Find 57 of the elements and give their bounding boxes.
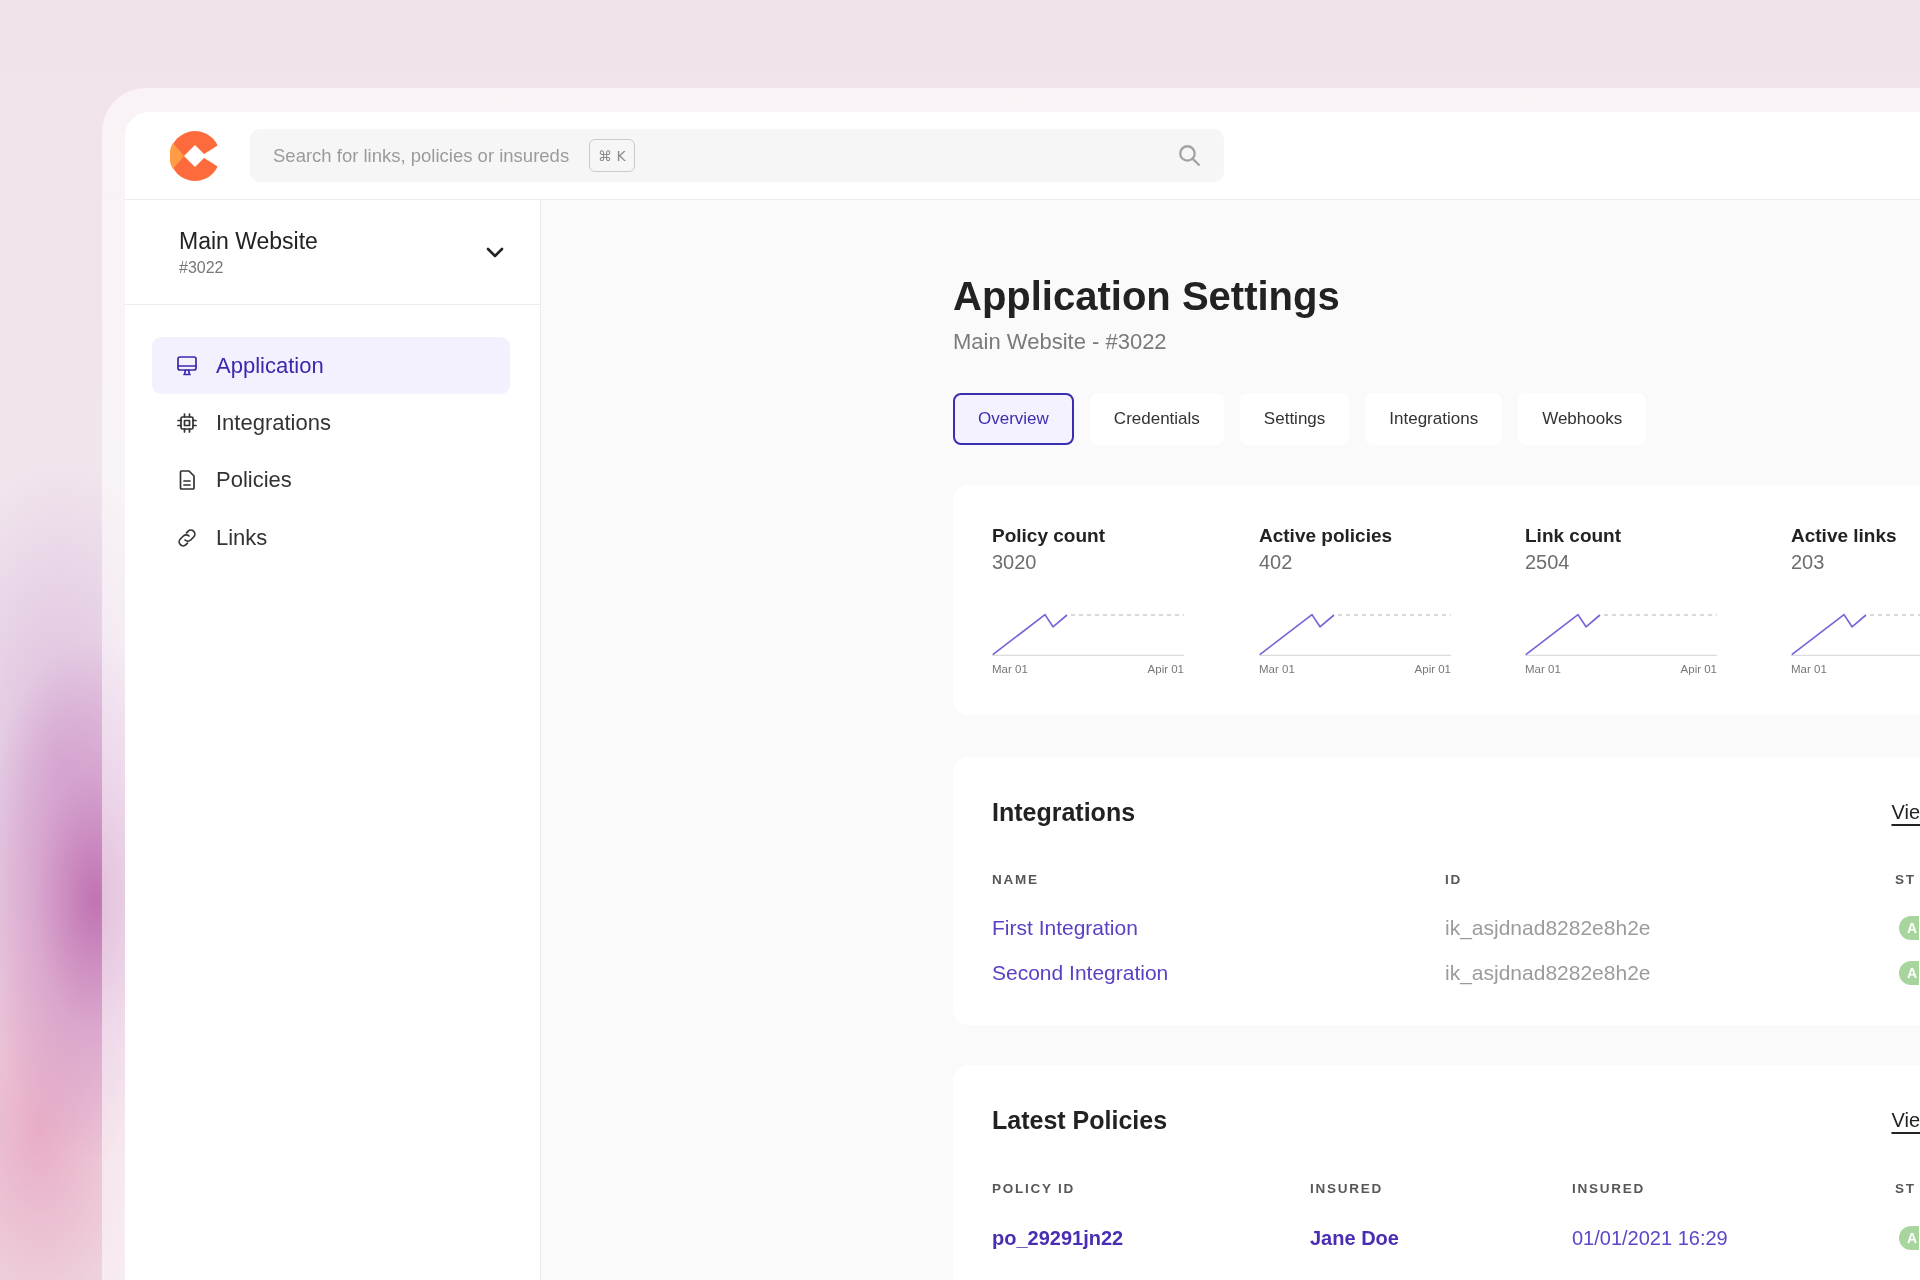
insured-link[interactable]: Jane Doe bbox=[1310, 1226, 1399, 1249]
monitor-icon bbox=[177, 355, 197, 376]
card-title: Latest Policies bbox=[992, 1105, 1168, 1136]
sidebar-item[interactable]: Policies bbox=[152, 451, 510, 509]
stat-label: Active policies bbox=[1259, 524, 1394, 548]
column-header: ST bbox=[1895, 871, 1917, 889]
axis-label: Mar 01 bbox=[1791, 662, 1827, 676]
axis-label: Mar 01 bbox=[992, 662, 1028, 676]
stat-label: Link count bbox=[1525, 524, 1623, 548]
workspace-id: #3022 bbox=[179, 257, 225, 278]
axis-label: Apir 01 bbox=[1147, 662, 1184, 676]
integration-link[interactable]: First Integration bbox=[992, 915, 1138, 939]
integration-link[interactable]: Second Integration bbox=[992, 960, 1169, 984]
date-cell: 01/01/2021 16:29 bbox=[1572, 1226, 1728, 1249]
logo-icon[interactable] bbox=[170, 130, 220, 181]
column-header: ST bbox=[1895, 1180, 1917, 1198]
view-link[interactable]: Vie bbox=[1891, 1108, 1920, 1132]
axis-label: Mar 01 bbox=[1525, 662, 1561, 676]
axis-label: Mar 01 bbox=[1259, 662, 1295, 676]
sidebar-item[interactable]: Links bbox=[152, 508, 510, 567]
stat-value: 2504 bbox=[1525, 550, 1571, 574]
column-header: ID bbox=[1445, 871, 1463, 889]
sidebar-item[interactable]: Application bbox=[152, 337, 510, 395]
link-icon bbox=[177, 527, 197, 548]
card-title: Integrations bbox=[992, 797, 1136, 828]
tab[interactable]: Overview bbox=[953, 393, 1074, 445]
tab[interactable]: Webhooks bbox=[1518, 393, 1647, 445]
column-header: NAME bbox=[992, 871, 1040, 889]
shortcut-key: ⌘ K bbox=[589, 139, 635, 172]
workspace-name: Main Website bbox=[179, 226, 318, 255]
status-badge: A bbox=[1899, 915, 1920, 940]
document-icon bbox=[177, 470, 197, 491]
chevron-down-icon[interactable] bbox=[486, 246, 504, 258]
sidebar-item[interactable]: Integrations bbox=[152, 394, 510, 452]
status-badge: A bbox=[1899, 1225, 1920, 1250]
stat-label: Policy count bbox=[992, 524, 1106, 548]
status-badge: A bbox=[1899, 960, 1920, 985]
chip-icon bbox=[177, 412, 197, 433]
tab[interactable]: Integrations bbox=[1365, 393, 1503, 445]
search-icon[interactable] bbox=[1179, 145, 1200, 166]
tab[interactable]: Credentials bbox=[1089, 393, 1224, 445]
page-subtitle: Main Website - #3022 bbox=[953, 330, 1168, 354]
axis-label: Apir 01 bbox=[1414, 662, 1451, 676]
stat-value: 203 bbox=[1791, 550, 1826, 574]
policy-link[interactable]: po_29291jn22 bbox=[992, 1226, 1124, 1249]
tab[interactable]: Settings bbox=[1239, 393, 1350, 445]
column-header: INSURED bbox=[1572, 1180, 1647, 1198]
view-link[interactable]: Vie bbox=[1891, 800, 1920, 824]
table-cell: ik_asjdnad8282e8h2e bbox=[1445, 960, 1651, 984]
page-title: Application Settings bbox=[953, 273, 1341, 320]
stat-value: 402 bbox=[1259, 550, 1294, 574]
table-cell: ik_asjdnad8282e8h2e bbox=[1445, 915, 1651, 939]
stat-value: 3020 bbox=[992, 550, 1038, 574]
column-header: INSURED bbox=[1310, 1180, 1385, 1198]
stat-label: Active links bbox=[1791, 524, 1898, 548]
axis-label: Apir 01 bbox=[1680, 662, 1717, 676]
column-header: POLICY ID bbox=[992, 1180, 1077, 1198]
